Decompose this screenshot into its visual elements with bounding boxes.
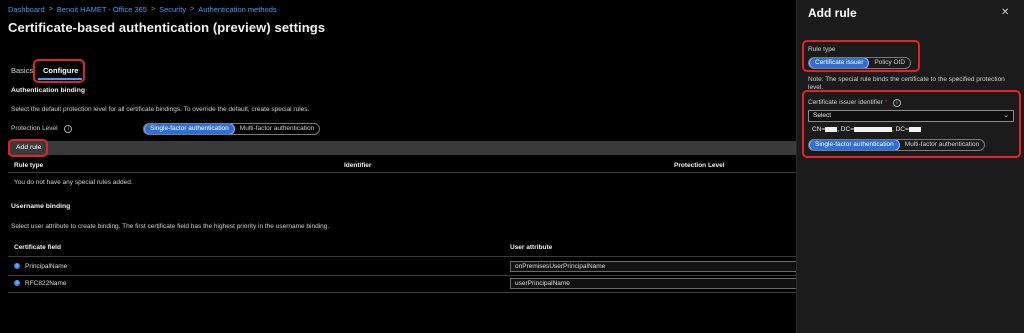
breadcrumb-separator: >	[190, 6, 195, 13]
breadcrumb: Dashboard > Benoit HAMET - Office 365 > …	[8, 5, 277, 14]
breadcrumb-separator: >	[150, 6, 156, 13]
breadcrumb-tenant[interactable]: Benoit HAMET - Office 365	[57, 5, 147, 14]
breadcrumb-separator: >	[48, 6, 53, 13]
table-divider	[8, 172, 800, 173]
certificate-field-name: PrincipalName	[25, 263, 68, 270]
table-divider	[8, 275, 800, 276]
option-multi-factor[interactable]: Multi-factor authentication	[235, 124, 319, 134]
auth-binding-heading: Authentication binding	[11, 87, 85, 94]
user-attribute-select[interactable]: onPremisesUserPrincipalName	[510, 261, 800, 272]
table-row[interactable]: i RFC822Name	[14, 280, 67, 287]
breadcrumb-security[interactable]: Security	[159, 5, 186, 14]
table-row[interactable]: i PrincipalName	[14, 263, 67, 270]
highlight-add-rule	[8, 139, 48, 157]
col-rule-type: Rule type	[14, 162, 44, 169]
protection-level-text: Protection Level	[11, 125, 58, 132]
col-certificate-field: Certificate field	[14, 244, 61, 251]
username-binding-description: Select user attribute to create binding.…	[11, 223, 330, 230]
col-identifier: Identifier	[344, 162, 372, 169]
close-icon[interactable]: ✕	[1001, 7, 1009, 18]
empty-rules-message: You do not have any special rules added.	[14, 179, 133, 186]
breadcrumb-dashboard[interactable]: Dashboard	[8, 5, 45, 14]
highlight-configure-tab	[33, 59, 85, 83]
tab-basics[interactable]: Basics	[11, 66, 33, 75]
page-title: Certificate-based authentication (previe…	[8, 20, 326, 35]
highlight-issuer-section	[802, 90, 1021, 158]
panel-title: Add rule	[808, 6, 857, 20]
table-divider	[8, 292, 800, 293]
info-circle-icon: i	[14, 263, 20, 270]
info-icon[interactable]: i	[64, 125, 73, 133]
username-binding-heading: Username binding	[11, 203, 71, 210]
protection-level-label: Protection Level i	[11, 125, 73, 133]
info-circle-icon: i	[14, 280, 20, 287]
protection-level-toggle[interactable]: Single-factor authentication Multi-facto…	[143, 123, 321, 135]
option-single-factor[interactable]: Single-factor authentication	[144, 124, 235, 134]
auth-binding-description: Select the default protection level for …	[11, 106, 310, 113]
table-divider	[8, 256, 800, 257]
breadcrumb-auth-methods[interactable]: Authentication methods	[198, 5, 276, 14]
col-protection-level: Protection Level	[674, 162, 725, 169]
certificate-field-name: RFC822Name	[25, 280, 67, 287]
highlight-rule-type	[802, 40, 920, 72]
command-bar	[8, 141, 800, 155]
user-attribute-select[interactable]: userPrincipalName	[510, 278, 800, 289]
more-options-button[interactable]: ···	[308, 22, 318, 33]
col-user-attribute: User attribute	[510, 244, 553, 251]
